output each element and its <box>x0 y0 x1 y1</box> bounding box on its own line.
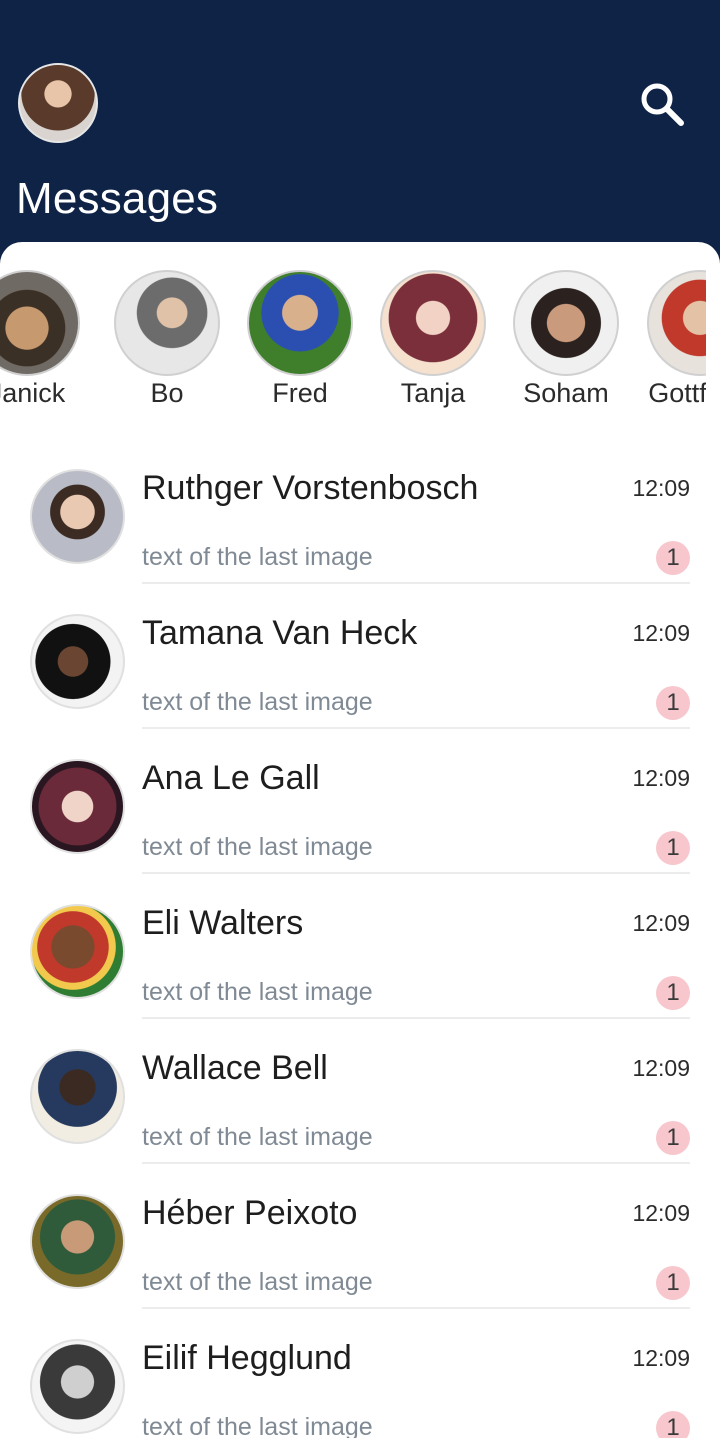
contact-name: Wallace Bell <box>142 1049 328 1087</box>
page-title: Messages <box>16 174 219 223</box>
message-preview: text of the last image <box>142 1268 373 1296</box>
profile-avatar[interactable] <box>18 63 98 143</box>
story-name: Gottfried <box>648 378 706 408</box>
app-header: Messages <box>0 0 720 260</box>
message-preview: text of the last image <box>142 1123 373 1151</box>
chat-row[interactable]: Eli Walters 12:09 text of the last image… <box>0 890 720 1035</box>
message-time: 12:09 <box>632 475 690 501</box>
unread-badge: 1 <box>656 541 690 575</box>
unread-badge: 1 <box>656 831 690 865</box>
story-name: Bo <box>150 378 184 408</box>
contact-name: Eli Walters <box>142 904 304 942</box>
contact-name: Ruthger Vorstenbosch <box>142 469 479 507</box>
contact-name: Tamana Van Heck <box>142 614 418 652</box>
story-name: Janick <box>0 378 66 408</box>
message-preview: text of the last image <box>142 978 373 1006</box>
search-button[interactable] <box>636 78 688 130</box>
message-time: 12:09 <box>632 1200 690 1226</box>
avatar <box>30 614 125 709</box>
chat-row[interactable]: Héber Peixoto 12:09 text of the last ima… <box>0 1180 720 1325</box>
story-avatar <box>647 270 706 376</box>
message-time: 12:09 <box>632 765 690 791</box>
story-name: Fred <box>272 378 328 408</box>
story-item[interactable]: Janick <box>0 270 86 420</box>
avatar <box>30 1339 125 1434</box>
chat-row[interactable]: Wallace Bell 12:09 text of the last imag… <box>0 1035 720 1180</box>
contact-name: Héber Peixoto <box>142 1194 358 1232</box>
contact-name: Eilif Hegglund <box>142 1339 352 1377</box>
story-item[interactable]: Fred <box>239 270 359 420</box>
message-preview: text of the last image <box>142 543 373 571</box>
story-item[interactable]: Bo <box>106 270 226 420</box>
unread-badge: 1 <box>656 1411 690 1438</box>
unread-badge: 1 <box>656 976 690 1010</box>
search-icon <box>641 83 684 126</box>
chat-row[interactable]: Ana Le Gall 12:09 text of the last image… <box>0 745 720 890</box>
message-time: 12:09 <box>632 910 690 936</box>
chat-row[interactable]: Ruthger Vorstenbosch 12:09 text of the l… <box>0 455 720 600</box>
story-name: Tanja <box>400 378 466 408</box>
divider <box>142 582 690 584</box>
stories-strip[interactable]: Janick Bo Fred Tanja Soham Gottfried <box>0 270 706 420</box>
avatar <box>30 759 125 854</box>
story-avatar <box>247 270 353 376</box>
avatar <box>30 904 125 999</box>
story-item[interactable]: Tanja <box>372 270 492 420</box>
divider <box>142 872 690 874</box>
avatar <box>30 469 125 564</box>
story-item[interactable]: Soham <box>505 270 625 420</box>
contact-name: Ana Le Gall <box>142 759 320 797</box>
message-time: 12:09 <box>632 1345 690 1371</box>
story-avatar <box>380 270 486 376</box>
avatar <box>30 1194 125 1289</box>
chat-list: Ruthger Vorstenbosch 12:09 text of the l… <box>0 455 720 1438</box>
divider <box>142 1307 690 1309</box>
unread-badge: 1 <box>656 686 690 720</box>
chat-row[interactable]: Tamana Van Heck 12:09 text of the last i… <box>0 600 720 745</box>
story-item[interactable]: Gottfried <box>639 270 706 420</box>
divider <box>142 1162 690 1164</box>
unread-badge: 1 <box>656 1266 690 1300</box>
story-avatar <box>0 270 80 376</box>
divider <box>142 727 690 729</box>
message-time: 12:09 <box>632 620 690 646</box>
avatar <box>30 1049 125 1144</box>
message-preview: text of the last image <box>142 688 373 716</box>
story-name: Soham <box>523 378 609 408</box>
message-preview: text of the last image <box>142 1413 373 1438</box>
story-avatar <box>513 270 619 376</box>
divider <box>142 1017 690 1019</box>
story-avatar <box>114 270 220 376</box>
message-time: 12:09 <box>632 1055 690 1081</box>
message-preview: text of the last image <box>142 833 373 861</box>
unread-badge: 1 <box>656 1121 690 1155</box>
chat-row[interactable]: Eilif Hegglund 12:09 text of the last im… <box>0 1325 720 1438</box>
content-sheet: Janick Bo Fred Tanja Soham Gottfried Rut… <box>0 242 720 1438</box>
